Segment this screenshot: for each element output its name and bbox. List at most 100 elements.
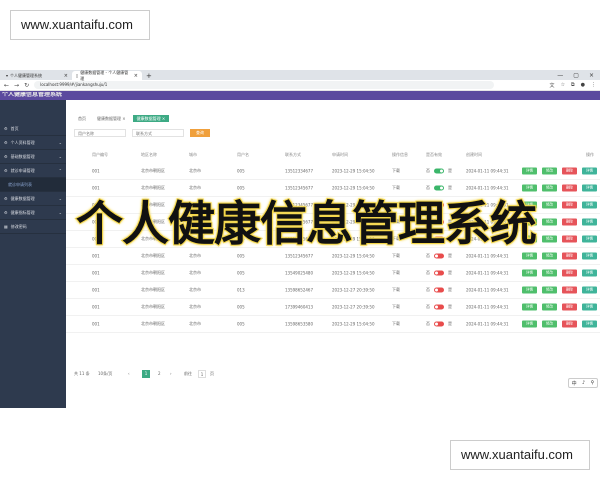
username-input[interactable]: [74, 129, 126, 137]
info-button[interactable]: 详情: [582, 167, 597, 175]
tab-label: 个人健康管理系统: [10, 72, 43, 78]
info-button[interactable]: 详情: [582, 320, 597, 328]
reload-icon[interactable]: ↻: [24, 82, 29, 89]
contact-input[interactable]: [132, 129, 184, 137]
crumb-home[interactable]: 首页: [74, 115, 90, 122]
grid-icon: ▦: [4, 224, 8, 229]
edit-button[interactable]: 修改: [542, 252, 557, 260]
detail-button[interactable]: 详情: [522, 303, 537, 311]
close-icon[interactable]: ×: [122, 116, 125, 121]
sidebar-item-basic-data[interactable]: ⚙ 基础数据管理 ⌄: [0, 150, 66, 164]
table-cell[interactable]: 下载: [392, 168, 400, 174]
info-button[interactable]: 详情: [582, 201, 597, 209]
edit-button[interactable]: 修改: [542, 235, 557, 243]
sidebar-item-home[interactable]: ⚙ 首页: [0, 122, 66, 136]
jump-input[interactable]: 1: [198, 370, 206, 378]
url-field[interactable]: localhost:9999/#/jiankangshuju/1: [34, 81, 495, 89]
prev-page-icon[interactable]: ‹: [128, 370, 130, 378]
edit-button[interactable]: 修改: [542, 269, 557, 277]
input-method-bar: 中 ♪ ⚲: [568, 378, 598, 388]
minimize-icon[interactable]: —: [557, 72, 563, 79]
close-icon[interactable]: ×: [134, 73, 138, 79]
delete-button[interactable]: 删除: [562, 201, 577, 209]
column-header: 操作: [586, 152, 594, 157]
detail-button[interactable]: 详情: [522, 320, 537, 328]
delete-button[interactable]: 删除: [562, 252, 577, 260]
sidebar-item-password[interactable]: ▦ 修改密码: [0, 220, 66, 234]
page-size-select[interactable]: 10条/页: [98, 370, 112, 378]
music-icon[interactable]: ♪: [582, 380, 585, 386]
forward-icon[interactable]: →: [14, 82, 19, 89]
profile-icon[interactable]: ●: [581, 82, 585, 89]
sidebar-item-health-index[interactable]: ⚙ 健康指标管理 ⌄: [0, 206, 66, 220]
delete-button[interactable]: 删除: [562, 303, 577, 311]
delete-button[interactable]: 删除: [562, 235, 577, 243]
table-cell[interactable]: 下载: [392, 304, 400, 310]
active-toggle[interactable]: [434, 304, 444, 310]
next-page-icon[interactable]: ›: [170, 370, 172, 378]
active-toggle[interactable]: [434, 253, 444, 259]
gear-icon: ⚙: [4, 140, 8, 145]
delete-button[interactable]: 删除: [562, 167, 577, 175]
back-icon[interactable]: ←: [4, 82, 9, 89]
active-toggle[interactable]: [434, 287, 444, 293]
table-cell[interactable]: 下载: [392, 270, 400, 276]
search-icon[interactable]: ⚲: [591, 380, 595, 386]
table-cell[interactable]: 下载: [392, 287, 400, 293]
star-icon[interactable]: ☆: [561, 82, 565, 89]
page-2[interactable]: 2: [158, 370, 161, 378]
ime-mode[interactable]: 中: [572, 380, 577, 387]
info-button[interactable]: 详情: [582, 184, 597, 192]
edit-button[interactable]: 修改: [542, 218, 557, 226]
detail-button[interactable]: 详情: [522, 286, 537, 294]
edit-button[interactable]: 修改: [542, 201, 557, 209]
edit-button[interactable]: 修改: [542, 303, 557, 311]
extension-icon[interactable]: ⧉: [571, 82, 575, 89]
table-cell: 005: [237, 270, 245, 276]
browser-tab-2[interactable]: ▯ 健康数据管理 - 个人健康管理 ×: [72, 70, 142, 81]
table-cell: 北京市: [189, 168, 201, 173]
active-toggle[interactable]: [434, 168, 444, 174]
info-button[interactable]: 详情: [582, 303, 597, 311]
table-cell: 2024-01-11 09:44:31: [466, 304, 509, 310]
maximize-icon[interactable]: ▢: [573, 72, 579, 79]
edit-button[interactable]: 修改: [542, 286, 557, 294]
delete-button[interactable]: 删除: [562, 286, 577, 294]
page-unit: 页: [210, 371, 214, 376]
sidebar-item-health-data[interactable]: ⚙ 健康数据管理 ⌄: [0, 192, 66, 206]
table-row: 001 北京市朝阳区 北京市 005 13512334677 2023-12-29 15:…: [66, 163, 600, 180]
new-tab-icon[interactable]: +: [142, 72, 156, 80]
menu-icon[interactable]: ⋮: [591, 82, 596, 89]
search-button[interactable]: 查询: [190, 129, 210, 137]
info-button[interactable]: 详情: [582, 252, 597, 260]
sidebar-item-visit-apply[interactable]: ⚙ 就诊申请管理 ⌃: [0, 164, 66, 178]
active-toggle[interactable]: [434, 270, 444, 276]
info-button[interactable]: 详情: [582, 218, 597, 226]
info-button[interactable]: 详情: [582, 269, 597, 277]
switch-off-label: 否: [426, 321, 430, 326]
sidebar-item-profile[interactable]: ⚙ 个人资料管理 ⌄: [0, 136, 66, 150]
app-header: [0, 91, 600, 100]
delete-button[interactable]: 删除: [562, 218, 577, 226]
edit-button[interactable]: 修改: [542, 320, 557, 328]
sidebar-subitem-visit-list[interactable]: 就诊申请列表: [0, 178, 66, 192]
close-window-icon[interactable]: ×: [589, 72, 594, 79]
crumb-current[interactable]: 健康数据管理 ×: [132, 115, 170, 122]
info-button[interactable]: 详情: [582, 235, 597, 243]
delete-button[interactable]: 删除: [562, 269, 577, 277]
info-button[interactable]: 详情: [582, 286, 597, 294]
close-icon[interactable]: ×: [64, 73, 68, 79]
close-icon[interactable]: ×: [162, 116, 165, 121]
browser-tab-1[interactable]: ▾ 个人健康管理系统 ×: [2, 71, 72, 80]
crumb-health-data[interactable]: 健康数据管理 ×: [93, 115, 130, 122]
delete-button[interactable]: 删除: [562, 320, 577, 328]
edit-button[interactable]: 修改: [542, 167, 557, 175]
edit-button[interactable]: 修改: [542, 184, 557, 192]
detail-button[interactable]: 详情: [522, 269, 537, 277]
table-cell[interactable]: 下载: [392, 321, 400, 327]
detail-button[interactable]: 详情: [522, 167, 537, 175]
page-1[interactable]: 1: [142, 370, 150, 378]
translate-icon[interactable]: 文: [550, 82, 555, 89]
delete-button[interactable]: 删除: [562, 184, 577, 192]
active-toggle[interactable]: [434, 321, 444, 327]
